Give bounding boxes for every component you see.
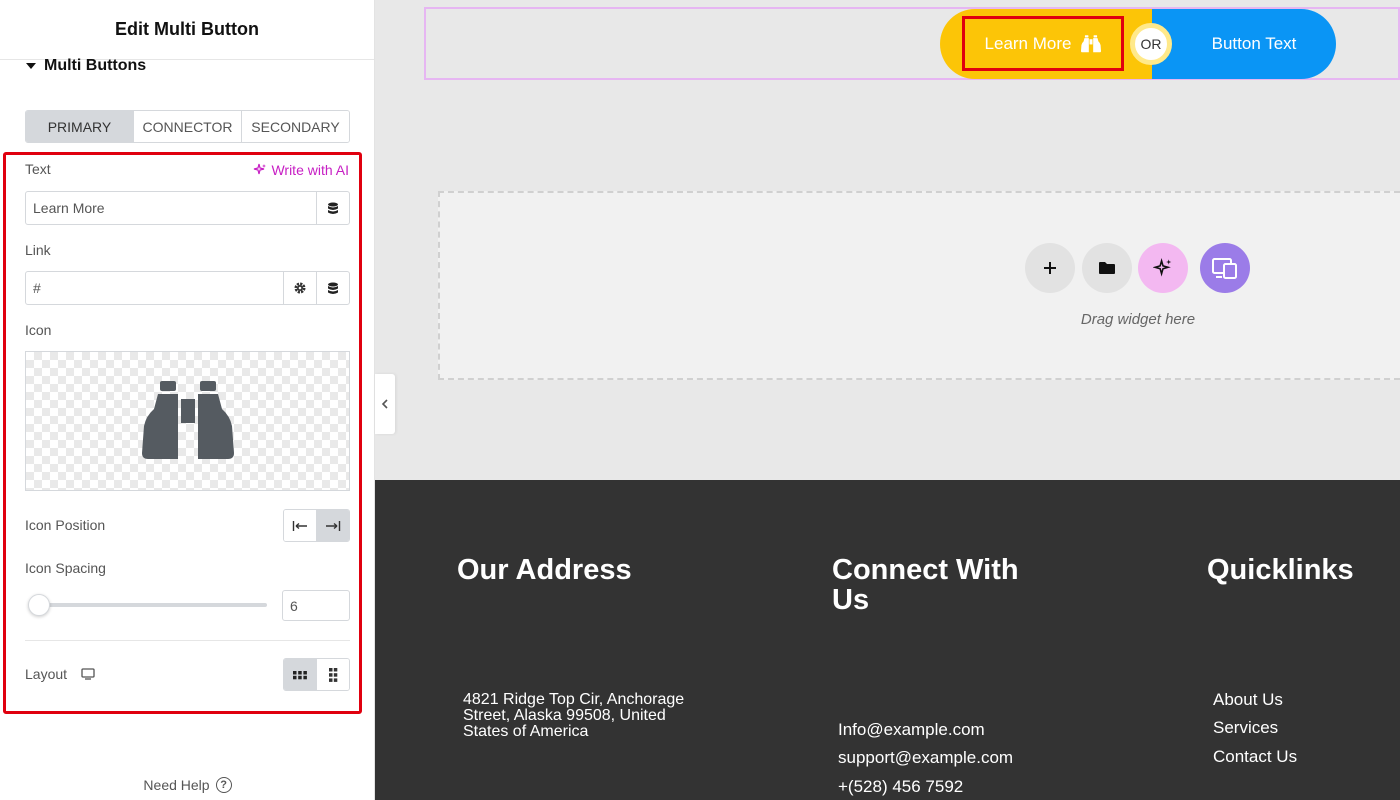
primary-button[interactable]: Learn More (962, 16, 1124, 71)
connector-badge: OR (1130, 23, 1172, 65)
connector-label: OR (1140, 36, 1162, 52)
sparkle-icon (254, 163, 267, 175)
tab-primary[interactable]: PRIMARY (26, 111, 134, 142)
editor-panel: Edit Multi Button Multi Buttons PRIMARY … (0, 0, 375, 800)
icon-picker[interactable] (25, 351, 350, 491)
address-heading: Our Address (457, 554, 632, 586)
secondary-button-label: Button Text (1211, 34, 1297, 53)
dynamic-tags-button[interactable] (316, 272, 349, 304)
icon-spacing-label: Icon Spacing (25, 560, 106, 576)
folder-icon (1099, 262, 1115, 274)
collapse-panel-button[interactable] (375, 374, 395, 434)
connect-heading-line-1: Connect With (832, 554, 1019, 586)
panel-title: Edit Multi Button (115, 19, 259, 39)
button-tabs: PRIMARY CONNECTOR SECONDARY (25, 110, 350, 143)
icon-spacing-slider-track[interactable] (37, 603, 267, 607)
sparkle-icon (1153, 258, 1172, 277)
secondary-button[interactable]: Button Text (1152, 9, 1336, 79)
responsive-kit-button[interactable] (1200, 243, 1250, 293)
help-icon: ? (215, 777, 232, 793)
drop-zone-text: Drag widget here (1080, 311, 1196, 328)
database-icon (328, 202, 338, 214)
quicklinks-heading: Quicklinks (1207, 554, 1354, 586)
empty-drop-zone (438, 191, 1400, 380)
primary-button-label: Learn More (984, 33, 1072, 53)
phone-link[interactable]: +(528) 456 7592 (838, 777, 963, 797)
dynamic-tags-button[interactable] (316, 192, 349, 224)
grid-vertical-icon (329, 667, 338, 682)
write-with-ai-label: Write with AI (271, 162, 349, 178)
write-with-ai-button[interactable]: Write with AI (253, 162, 349, 178)
link-input[interactable]: # (25, 271, 350, 305)
link-label: Link (25, 242, 51, 258)
grid-horizontal-icon (293, 670, 307, 679)
gear-icon (294, 282, 306, 294)
icon-position-before-button[interactable] (284, 510, 316, 541)
panel-header: Edit Multi Button (0, 0, 374, 60)
site-footer: Our Address 4821 Ridge Top Cir, Anchorag… (375, 480, 1400, 800)
icon-position-toggle (283, 509, 350, 542)
chevron-left-icon (381, 399, 388, 409)
need-help-label: Need Help (143, 777, 210, 793)
connect-heading-line-2: Us (832, 584, 870, 616)
email-link-support[interactable]: support@example.com (838, 748, 1013, 768)
icon-spacing-input[interactable]: 6 (282, 590, 350, 621)
need-help-link[interactable]: Need Help ? (0, 777, 375, 793)
caret-down-icon (26, 63, 36, 69)
align-end-icon (326, 520, 341, 531)
tab-connector[interactable]: CONNECTOR (134, 111, 242, 142)
address-line-2: Street, Alaska 99508, United (463, 707, 666, 724)
address-line-1: 4821 Ridge Top Cir, Anchorage (463, 691, 685, 708)
devices-icon (1212, 258, 1237, 279)
add-template-button[interactable] (1082, 243, 1132, 293)
layout-toggle (283, 658, 350, 691)
layout-horizontal-button[interactable] (284, 659, 316, 690)
database-icon (328, 282, 338, 294)
binoculars-icon (1081, 34, 1102, 52)
plus-icon (1044, 262, 1056, 274)
section-title: Multi Buttons (44, 57, 147, 74)
icon-position-label: Icon Position (25, 517, 106, 533)
link-input-value: # (33, 280, 41, 296)
text-label: Text (25, 161, 51, 177)
link-options-button[interactable] (283, 272, 316, 304)
icon-position-after-button[interactable] (316, 510, 349, 541)
binoculars-icon (141, 381, 234, 459)
text-input-value: Learn More (33, 200, 105, 216)
divider (25, 640, 350, 641)
icon-label: Icon (25, 322, 52, 338)
layout-vertical-button[interactable] (316, 659, 349, 690)
icon-spacing-slider-handle[interactable] (28, 594, 50, 616)
text-input[interactable]: Learn More (25, 191, 350, 225)
add-section-button[interactable] (1025, 243, 1075, 293)
email-link-info[interactable]: Info@example.com (838, 720, 985, 740)
desktop-icon[interactable] (81, 668, 95, 680)
footer-link-about[interactable]: About Us (1213, 690, 1283, 710)
ai-generate-button[interactable] (1138, 243, 1188, 293)
tab-secondary[interactable]: SECONDARY (242, 111, 349, 142)
section-toggle-multi-buttons[interactable]: Multi Buttons (26, 57, 146, 75)
layout-label: Layout (25, 666, 68, 682)
layout-row: Layout (25, 666, 95, 682)
footer-link-services[interactable]: Services (1213, 718, 1278, 738)
address-line-3: States of America (463, 723, 589, 740)
footer-link-contact[interactable]: Contact Us (1213, 747, 1297, 767)
align-start-icon (292, 520, 307, 531)
